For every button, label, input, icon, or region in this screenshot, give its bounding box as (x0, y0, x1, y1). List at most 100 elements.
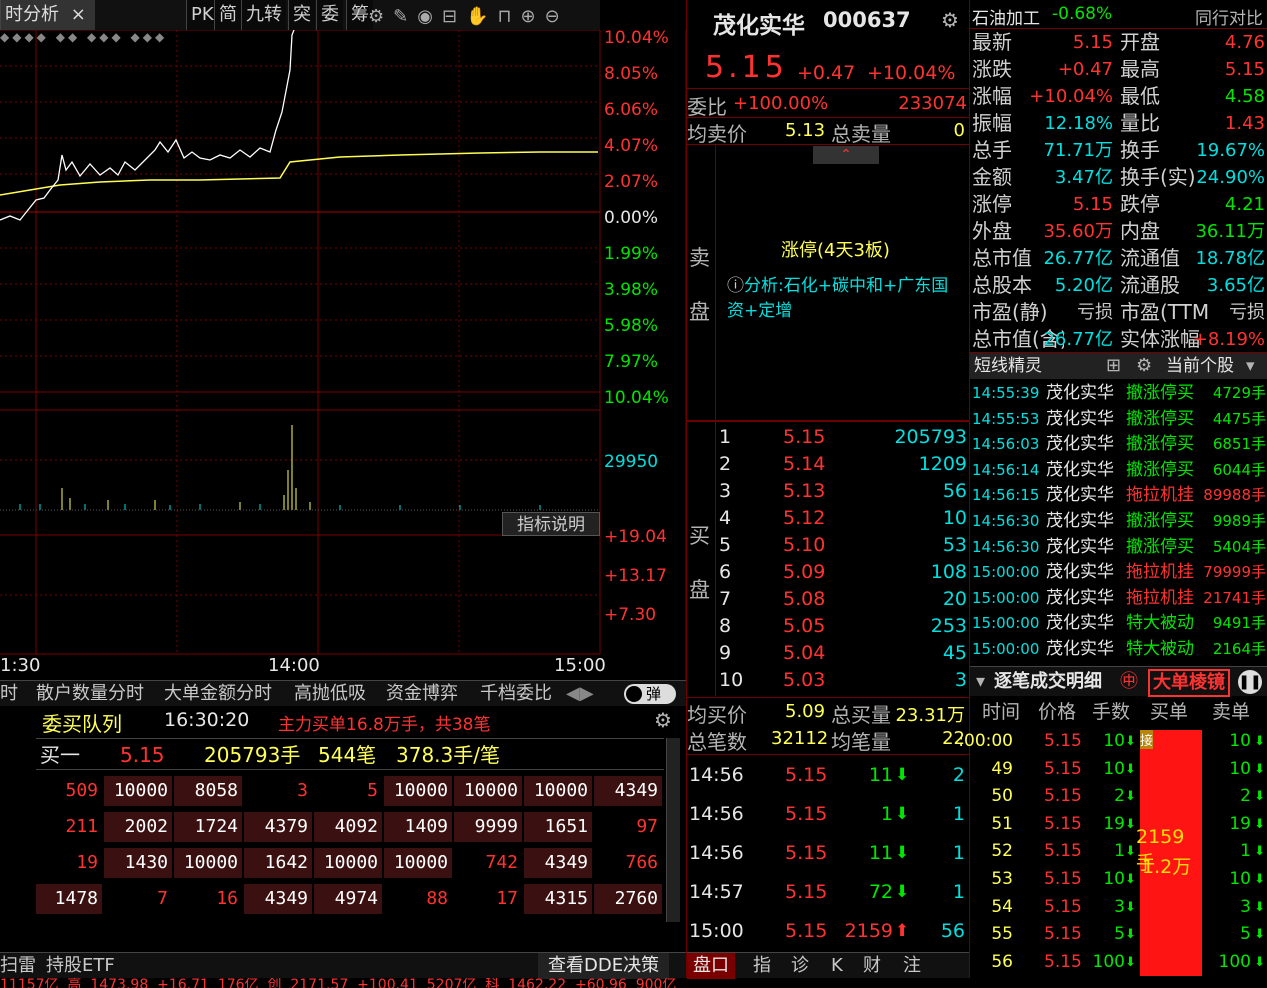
chevron-down-icon[interactable]: ▾ (976, 667, 985, 697)
tab-detail[interactable]: 逐笔成交明细 (994, 667, 1102, 697)
tab-cai[interactable]: 财 (863, 953, 881, 979)
tab-shi[interactable]: 时 (0, 681, 18, 707)
elf-stock[interactable]: 茂化实华 (1046, 483, 1114, 508)
quote-value: 24.90% (1196, 167, 1265, 188)
level-vol[interactable]: 56 (943, 478, 967, 505)
btn-jian[interactable]: 简 (214, 0, 241, 30)
detail-head: 时间 价格 手数 买单 卖单 (970, 698, 1267, 726)
elf-stock[interactable]: 茂化实华 (1046, 432, 1114, 457)
indicator-help-button[interactable]: 指标说明 (502, 512, 600, 536)
pen-icon[interactable]: ✎ (393, 6, 417, 27)
elf-stock[interactable]: 茂化实华 (1046, 381, 1114, 406)
detail-qty: 100 (1092, 951, 1125, 972)
tab-zhi[interactable]: 指 (753, 953, 771, 979)
btn-wei[interactable]: 委 (316, 0, 343, 30)
quote-value: 4.76 (1224, 32, 1265, 53)
chart-panel[interactable]: 时分析 × PK 简 九转 突 委 筹 ⚙✎◉⊟✋⊓⊕⊖ ◆◆◆◆ ◆◆ ◆◆◆… (0, 0, 686, 680)
level-index: 7 (719, 588, 732, 610)
arrow-down-icon: ⬇ (1125, 761, 1136, 777)
settings-icon[interactable]: ⚙ (941, 8, 959, 32)
tab-k[interactable]: K (831, 953, 843, 979)
tab-orderratio[interactable]: 千档委比 (480, 681, 552, 707)
dde-button[interactable]: 查看DDE决策 (538, 953, 670, 979)
analysis-text[interactable]: ⓘ分析:石化+碳中和+广东国资+定增 (727, 274, 957, 324)
tab-analysis[interactable]: 时分析 × (0, 0, 95, 30)
scroll-arrows[interactable]: ◀▶ (566, 681, 594, 707)
layout-icon[interactable]: ⊞ (1106, 353, 1121, 379)
tab-pankou[interactable]: 盘口 (687, 953, 735, 979)
level-index: 9 (719, 642, 732, 664)
tab-highlow[interactable]: 高抛低吸 (294, 681, 366, 707)
toolbar-icons: ⚙✎◉⊟✋⊓⊕⊖ (368, 6, 600, 27)
elf-stock[interactable]: 茂化实华 (1046, 560, 1114, 585)
collapse-button[interactable]: ⌃ (813, 146, 879, 164)
tab-capital[interactable]: 资金博弈 (386, 681, 458, 707)
zoom-in-icon[interactable]: ⊕ (521, 6, 545, 27)
level-vol[interactable]: 53 (943, 532, 967, 559)
elf-stock[interactable]: 茂化实华 (1046, 611, 1114, 636)
quote-value: 1.43 (1224, 113, 1265, 134)
tab-bigorder[interactable]: 大单金额分时 (164, 681, 272, 707)
btn-jiuzhuan[interactable]: 九转 (241, 0, 286, 30)
level-index: 4 (719, 507, 732, 529)
tab-retail[interactable]: 散户数量分时 (36, 681, 144, 707)
elf-stock[interactable]: 茂化实华 (1046, 509, 1114, 534)
ind-label: +13.17 (604, 566, 667, 586)
pause-icon[interactable]: ❚❚ (1238, 670, 1262, 694)
tick-price: 5.15 (785, 842, 828, 864)
settings-icon[interactable]: ⚙ (368, 6, 393, 27)
lock-icon[interactable]: ⊟ (442, 6, 466, 27)
settings-icon[interactable]: ⚙ (654, 708, 672, 732)
elf-scope[interactable]: 当前个股 (1166, 353, 1234, 379)
popup-toggle[interactable]: 弹 (624, 684, 676, 704)
eye-icon[interactable]: ◉ (417, 6, 442, 27)
bag-icon[interactable]: ⊓ (497, 6, 520, 27)
level-vol[interactable]: 45 (943, 640, 967, 667)
bell-icon[interactable]: ㊥ (1120, 667, 1138, 697)
col-buy: 买单 (1150, 701, 1189, 723)
level-vol[interactable]: 10 (943, 505, 967, 532)
elf-event: 撤涨停买 (1126, 511, 1194, 531)
level-vol[interactable]: 205793 (894, 424, 967, 451)
level-vol[interactable]: 108 (931, 559, 967, 586)
quote-label: 涨跌 (972, 57, 1012, 81)
detail-tabs: ▾ 逐笔成交明细 ㊥ 大单棱镜 ❚❚ (970, 666, 1267, 697)
elf-stock[interactable]: 茂化实华 (1046, 458, 1114, 483)
close-icon[interactable]: × (71, 4, 86, 25)
elf-stock[interactable]: 茂化实华 (1046, 407, 1114, 432)
chevron-down-icon[interactable]: ▾ (1246, 353, 1255, 379)
tab-etf[interactable]: 持股ETF (46, 953, 115, 979)
col-price: 价格 (1038, 701, 1077, 723)
level-vol[interactable]: 20 (943, 586, 967, 613)
arrow-down-icon: ⬇ (1125, 954, 1136, 970)
queue-scrollbar[interactable] (666, 738, 680, 922)
tab-zhen[interactable]: 诊 (791, 953, 809, 979)
arrow-down-icon: ⬇ (1125, 844, 1136, 860)
elf-stock[interactable]: 茂化实华 (1046, 586, 1114, 611)
tick-time: 14:56 (689, 803, 744, 825)
hand-icon[interactable]: ✋ (466, 6, 497, 27)
detail-sell: 10 (1229, 869, 1251, 889)
sector-name[interactable]: 石油加工 (972, 4, 1040, 29)
elf-stock[interactable]: 茂化实华 (1046, 637, 1114, 662)
zoom-out-icon[interactable]: ⊖ (545, 6, 569, 27)
level-vol[interactable]: 1209 (919, 451, 967, 478)
tab-scan[interactable]: 扫雷 (0, 953, 36, 979)
detail-time: 54 (991, 896, 1013, 917)
tab-zhu[interactable]: 注 (903, 953, 921, 979)
ind-label: +19.04 (604, 527, 667, 547)
compare-button[interactable]: 同行对比 (1195, 4, 1263, 29)
tick-vol: 11 (868, 842, 893, 864)
tab-bigprism[interactable]: 大单棱镜 (1148, 669, 1230, 697)
arrow-down-icon: ⬇ (1125, 872, 1136, 887)
btn-pk[interactable]: PK (186, 0, 218, 30)
level-vol[interactable]: 3 (955, 667, 967, 694)
btn-tu[interactable]: 突 (288, 0, 315, 30)
level-vol[interactable]: 253 (931, 613, 967, 640)
queue-title: 委买队列 (42, 712, 122, 736)
elf-stock[interactable]: 茂化实华 (1046, 535, 1114, 560)
settings-icon[interactable]: ⚙ (1136, 353, 1152, 379)
weibi-pct: +100.00% (733, 93, 829, 114)
queue-cell: 19 (76, 852, 98, 873)
level-price: 5.10 (783, 534, 826, 556)
